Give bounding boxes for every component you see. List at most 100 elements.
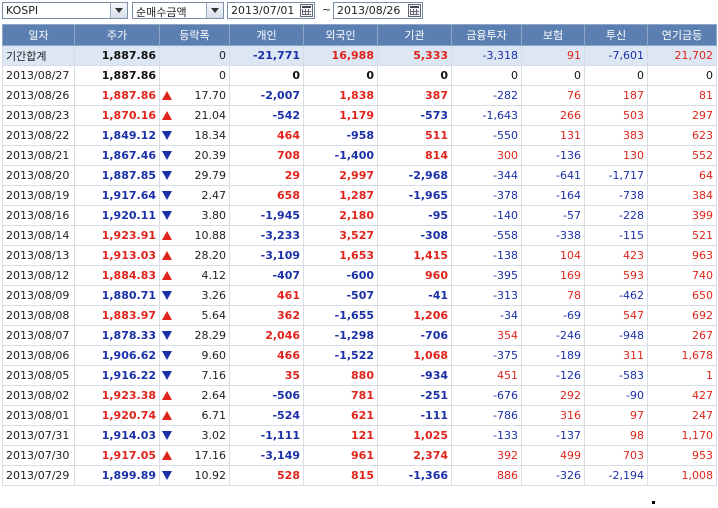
column-header[interactable]: 개인 — [229, 24, 304, 46]
column-header[interactable]: 연기금등 — [647, 24, 717, 46]
table-row[interactable]: 2013/08/13 1,913.03 28.20 -3,109 1,653 1,415-… — [2, 245, 717, 266]
chevron-down-icon[interactable] — [110, 3, 127, 18]
table-row[interactable]: 2013/07/30 1,917.05 17.16 -3,149 961 2,374 392… — [2, 445, 717, 466]
change-cell: 7.16 — [159, 365, 230, 386]
table-row[interactable]: 2013/08/26 1,887.86 17.70 -2,007 1,838 387 -28… — [2, 85, 717, 106]
date-cell: 2013/08/02 — [2, 385, 75, 406]
column-header[interactable]: 일자 — [2, 24, 75, 46]
table-row[interactable]: 2013/08/01 1,920.74 6.71 -524 621 -111 -786 316… — [2, 405, 717, 426]
table-row[interactable]: 2013/08/27 1,887.86 0 0 0 0 0 0 0 0 — [2, 65, 717, 86]
date-cell: 기간합계 — [2, 45, 75, 66]
end-date-field[interactable]: 2013/08/26 — [333, 2, 423, 19]
foreign-cell: 1,653 — [303, 245, 378, 266]
trust-cell: -90 — [584, 385, 648, 406]
trust-cell: 383 — [584, 125, 648, 146]
institution-cell: 2,374 — [377, 445, 452, 466]
price-cell: 1,883.97 — [74, 305, 160, 326]
insurance-cell: 292 — [521, 385, 585, 406]
price-cell: 1,887.86 — [74, 45, 160, 66]
institution-cell: -308 — [377, 225, 452, 246]
pension-cell: 1,170 — [647, 425, 717, 446]
calendar-icon[interactable] — [408, 4, 421, 17]
table-row[interactable]: 2013/08/09 1,880.71 3.26 461 -507 -41 -313 78 -4… — [2, 285, 717, 306]
up-triangle-icon — [162, 411, 172, 420]
foreign-cell: -1,655 — [303, 305, 378, 326]
column-header[interactable]: 투신 — [584, 24, 648, 46]
table-row[interactable]: 2013/08/02 1,923.38 2.64 -506 781 -251 -676 292… — [2, 385, 717, 406]
table-row[interactable]: 2013/08/23 1,870.16 21.04 -542 1,179 -573 -1,6… — [2, 105, 717, 126]
table-row[interactable]: 2013/08/22 1,849.12 18.34 464 -958 511 -550 131… — [2, 125, 717, 146]
insurance-cell: 316 — [521, 405, 585, 426]
insurance-cell: -69 — [521, 305, 585, 326]
price-cell: 1,880.71 — [74, 285, 160, 306]
fin-invest-cell: 392 — [451, 445, 522, 466]
start-date-value: 2013/07/01 — [231, 4, 295, 17]
column-header[interactable]: 금융투자 — [451, 24, 522, 46]
institution-cell: 5,333 — [377, 45, 452, 66]
column-header[interactable]: 주가 — [74, 24, 160, 46]
table-row[interactable]: 2013/07/29 1,899.89 10.92 528 815 -1,366 886 -3… — [2, 465, 717, 486]
table-row[interactable]: 2013/08/06 1,906.62 9.60 466 -1,522 1,068 -375… — [2, 345, 717, 366]
institution-cell: -41 — [377, 285, 452, 306]
table-row[interactable]: 2013/08/16 1,920.11 3.80 -1,945 2,180 -95 -140… — [2, 205, 717, 226]
column-header[interactable]: 외국인 — [303, 24, 378, 46]
trust-cell: 187 — [584, 85, 648, 106]
down-triangle-icon — [162, 171, 172, 180]
table-row[interactable]: 2013/08/14 1,923.91 10.88 -3,233 3,527 -308 -5… — [2, 225, 717, 246]
change-cell: 20.39 — [159, 145, 230, 166]
date-cell: 2013/08/19 — [2, 185, 75, 206]
foreign-cell: 1,287 — [303, 185, 378, 206]
pension-cell: 963 — [647, 245, 717, 266]
fin-invest-cell: -344 — [451, 165, 522, 186]
change-value: 5.64 — [201, 309, 227, 322]
calendar-icon[interactable] — [300, 4, 313, 17]
change-value: 28.29 — [194, 329, 227, 342]
price-cell: 1,913.03 — [74, 245, 160, 266]
change-value: 18.34 — [194, 129, 227, 142]
down-triangle-icon — [162, 351, 172, 360]
start-date-field[interactable]: 2013/07/01 — [227, 2, 315, 19]
insurance-cell: -126 — [521, 365, 585, 386]
trust-cell: 130 — [584, 145, 648, 166]
individual-cell: 29 — [229, 165, 304, 186]
change-cell: 10.92 — [159, 465, 230, 486]
up-triangle-icon — [162, 91, 172, 100]
trust-cell: -1,717 — [584, 165, 648, 186]
pension-cell: 21,702 — [647, 45, 717, 66]
table-row[interactable]: 2013/08/05 1,916.22 7.16 35 880 -934 451 -126 -5… — [2, 365, 717, 386]
foreign-cell: 880 — [303, 365, 378, 386]
table-row[interactable]: 2013/08/08 1,883.97 5.64 362 -1,655 1,206 -34-… — [2, 305, 717, 326]
foreign-cell: -958 — [303, 125, 378, 146]
insurance-cell: 131 — [521, 125, 585, 146]
table-row[interactable]: 2013/07/31 1,914.03 3.02 -1,111 121 1,025 -133… — [2, 425, 717, 446]
institution-cell: 1,068 — [377, 345, 452, 366]
summary-row[interactable]: 기간합계 1,887.86 0 -21,771 16,988 5,333 -3,318 91-… — [2, 45, 717, 66]
table-row[interactable]: 2013/08/07 1,878.33 28.29 2,046 -1,298 -706 35… — [2, 325, 717, 346]
table-row[interactable]: 2013/08/21 1,867.46 20.39 708 -1,400 814 300 -1… — [2, 145, 717, 166]
table-row[interactable]: 2013/08/19 1,917.64 2.47 658 1,287 -1,965 -378… — [2, 185, 717, 206]
metric-select[interactable]: 순매수금액 — [132, 2, 224, 19]
fin-invest-cell: -1,643 — [451, 105, 522, 126]
trust-cell: -738 — [584, 185, 648, 206]
price-cell: 1,920.74 — [74, 405, 160, 426]
insurance-cell: -641 — [521, 165, 585, 186]
table-row[interactable]: 2013/08/20 1,887.85 29.79 29 2,997 -2,968 -344… — [2, 165, 717, 186]
table-row[interactable]: 2013/08/12 1,884.83 4.12 -407 -600 960 -395 169… — [2, 265, 717, 286]
change-value: 3.02 — [201, 429, 227, 442]
column-header[interactable]: 보험 — [521, 24, 585, 46]
individual-cell: -524 — [229, 405, 304, 426]
fin-invest-cell: -140 — [451, 205, 522, 226]
date-cell: 2013/08/09 — [2, 285, 75, 306]
institution-cell: -934 — [377, 365, 452, 386]
individual-cell: 528 — [229, 465, 304, 486]
column-header[interactable]: 기관 — [377, 24, 452, 46]
down-triangle-icon — [162, 431, 172, 440]
market-select[interactable]: KOSPI — [2, 2, 128, 19]
pension-cell: 267 — [647, 325, 717, 346]
change-cell: 3.02 — [159, 425, 230, 446]
individual-cell: 461 — [229, 285, 304, 306]
chevron-down-icon[interactable] — [206, 3, 223, 18]
column-header[interactable]: 등락폭 — [159, 24, 230, 46]
change-cell: 29.79 — [159, 165, 230, 186]
down-triangle-icon — [162, 371, 172, 380]
